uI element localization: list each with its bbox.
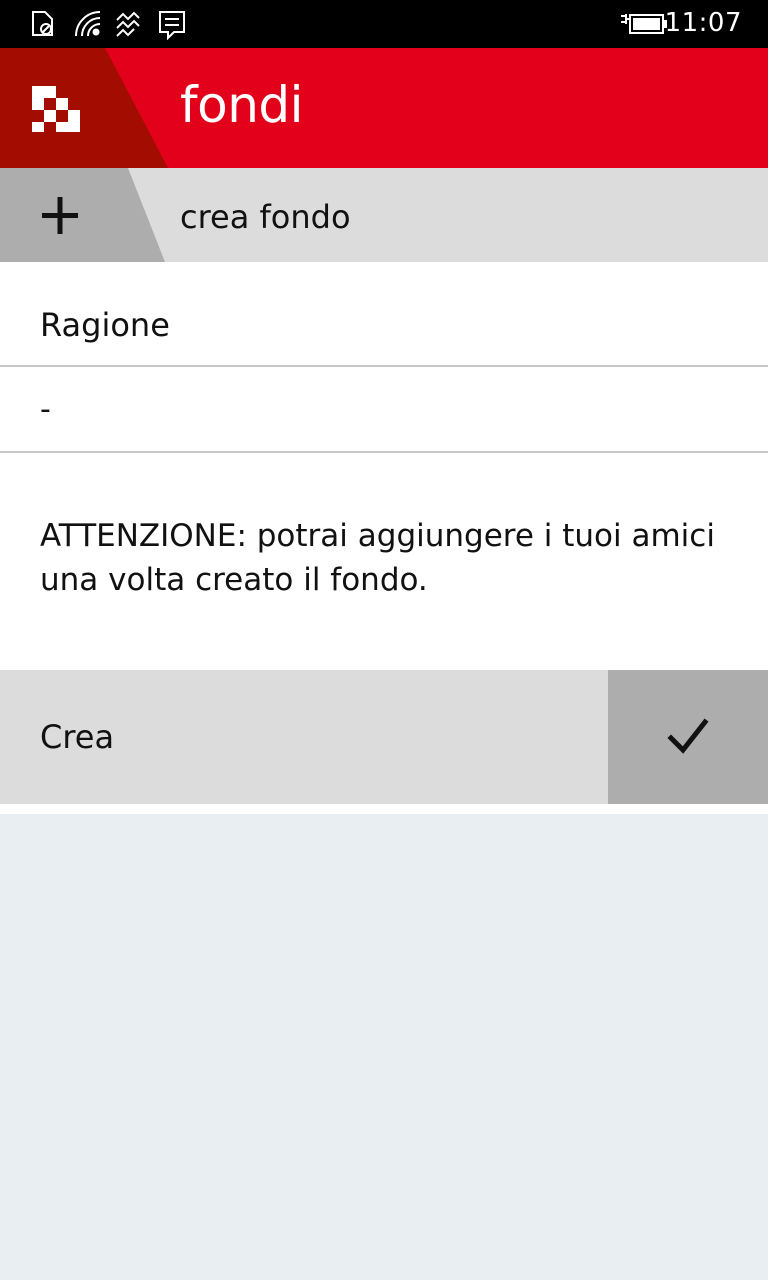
- create-accent-shape: [0, 168, 165, 262]
- status-bar: 11:07: [0, 0, 768, 48]
- battery-charging-icon: [621, 14, 667, 34]
- status-time: 11:07: [664, 8, 742, 38]
- data-icon: [116, 11, 140, 37]
- app-header: fondi: [0, 48, 768, 168]
- separator: [0, 804, 768, 814]
- divider: [0, 451, 768, 453]
- warning-notice: ATTENZIONE: potrai aggiungere i tuoi ami…: [40, 518, 715, 598]
- reason-label: Ragione: [40, 306, 170, 344]
- no-sim-icon: [32, 11, 53, 36]
- create-fund-form: Ragione - ATTENZIONE: potrai aggiungere …: [0, 262, 768, 670]
- create-fund-bar[interactable]: crea fondo: [0, 168, 768, 262]
- divider: [0, 365, 768, 367]
- confirm-button[interactable]: [608, 670, 768, 804]
- checkmark-icon: [667, 718, 709, 754]
- reason-input[interactable]: -: [40, 392, 730, 438]
- create-button-label: Crea: [40, 718, 115, 756]
- page-title: fondi: [180, 76, 304, 134]
- wifi-icon: [75, 11, 101, 37]
- header-accent-shape: [0, 48, 168, 168]
- notification-icon: [159, 11, 185, 40]
- create-button[interactable]: Crea: [0, 670, 768, 804]
- create-fund-label: crea fondo: [180, 198, 351, 236]
